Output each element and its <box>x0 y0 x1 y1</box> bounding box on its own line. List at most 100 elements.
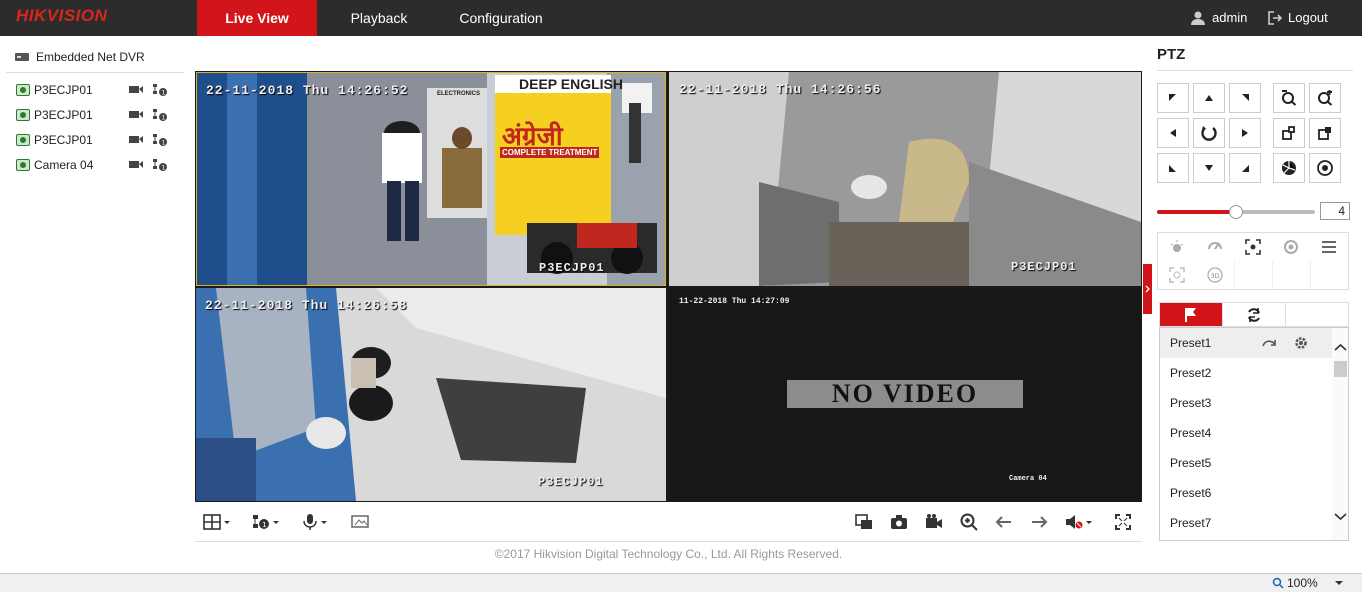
tab-playback[interactable]: Playback <box>330 0 428 36</box>
chevron-down-icon[interactable] <box>1332 510 1349 524</box>
3d-positioning-button[interactable]: 3D <box>1196 261 1234 289</box>
logout-button[interactable]: Logout <box>1268 0 1328 36</box>
ptz-up-right-button[interactable] <box>1229 83 1261 113</box>
lens-init-button[interactable] <box>1272 233 1310 261</box>
ptz-left-button[interactable] <box>1157 118 1189 148</box>
stream-settings-icon[interactable]: 1 <box>152 158 168 172</box>
digital-zoom-button[interactable] <box>960 512 978 532</box>
audio-talk-button[interactable] <box>302 512 330 532</box>
video-camera-label: Camera 04 <box>1009 475 1047 483</box>
zoom-control[interactable]: 100% <box>1272 576 1345 590</box>
3d-positioning-icon: 3D <box>1207 267 1223 283</box>
manual-tracking-button[interactable] <box>1158 261 1196 289</box>
camera-item[interactable]: P3ECJP01 1 <box>16 131 176 149</box>
caret-down-icon <box>224 521 230 524</box>
close-all-button[interactable] <box>855 512 873 532</box>
svg-text:1: 1 <box>162 90 166 97</box>
ptz-down-button[interactable] <box>1193 153 1225 183</box>
capture-button[interactable] <box>890 512 908 532</box>
ptz-up-left-button[interactable] <box>1157 83 1189 113</box>
next-page-button[interactable] <box>1030 512 1048 532</box>
video-camera-label: P3ECJP01 <box>538 475 604 489</box>
stream-settings-icon[interactable]: 1 <box>152 108 168 122</box>
list-item[interactable]: Preset2 <box>1160 358 1332 388</box>
video-tile-3[interactable]: 22-11-2018 Thu 14:26:58 P3ECJP01 <box>196 288 666 501</box>
ptz-panel: PTZ 4 3D Preset1 Preset2 Preset3 Preset4… <box>1152 36 1362 572</box>
sign-text: DEEP ENGLISH <box>519 76 623 92</box>
record-button[interactable] <box>925 512 943 532</box>
ptz-right-button[interactable] <box>1229 118 1261 148</box>
iris-open-button[interactable] <box>1273 153 1305 183</box>
grid-layout-icon <box>203 514 221 530</box>
iris-close-button[interactable] <box>1309 153 1341 183</box>
collapse-panel-handle[interactable] <box>1143 264 1152 314</box>
lens-init-icon <box>1284 240 1298 254</box>
record-icon[interactable] <box>128 133 144 145</box>
video-tile-4[interactable]: 11-22-2018 Thu 14:27:09 NO VIDEO Camera … <box>669 288 1141 501</box>
slider-fill <box>1157 210 1236 214</box>
slider-thumb[interactable] <box>1229 205 1243 219</box>
tab-pattern[interactable] <box>1286 303 1348 326</box>
ptz-down-right-button[interactable] <box>1229 153 1261 183</box>
ptz-down-left-button[interactable] <box>1157 153 1189 183</box>
wiper-icon <box>1208 242 1222 250</box>
focus-far-button[interactable] <box>1309 118 1341 148</box>
audio-button[interactable] <box>1065 512 1095 532</box>
preset-label: Preset3 <box>1170 396 1212 410</box>
menu-button[interactable] <box>1310 233 1348 261</box>
tab-patrol[interactable] <box>1223 303 1286 326</box>
stream-settings-icon[interactable]: 1 <box>152 83 168 97</box>
hikvision-logo: HIKVISION <box>16 6 108 25</box>
zoom-in-button[interactable] <box>1309 83 1341 113</box>
zoom-icon <box>1272 577 1284 589</box>
tab-configuration[interactable]: Configuration <box>445 0 557 36</box>
svg-text:1: 1 <box>162 115 166 122</box>
list-item[interactable]: Preset6 <box>1160 478 1332 508</box>
video-camera-label: P3ECJP01 <box>539 261 605 275</box>
ptz-speed-slider[interactable] <box>1157 205 1315 219</box>
list-item[interactable]: Preset1 <box>1160 328 1332 358</box>
video-tile-1[interactable]: DEEP ENGLISH अंग्रेजी COMPLETE TREATMENT… <box>196 72 666 286</box>
list-item[interactable]: Preset7 <box>1160 508 1332 538</box>
previous-page-button[interactable] <box>995 512 1013 532</box>
list-item[interactable]: Preset4 <box>1160 418 1332 448</box>
dvr-label: Embedded Net DVR <box>36 50 145 64</box>
user-menu[interactable]: admin <box>1190 0 1247 36</box>
tab-preset[interactable] <box>1160 303 1223 326</box>
wiper-button[interactable] <box>1196 233 1234 261</box>
divider <box>1272 261 1273 289</box>
record-icon[interactable] <box>128 158 144 170</box>
one-touch-focus-button[interactable] <box>1234 233 1272 261</box>
tab-live-view[interactable]: Live View <box>197 0 317 36</box>
camera-item[interactable]: P3ECJP01 1 <box>16 106 176 124</box>
light-button[interactable] <box>1158 233 1196 261</box>
focus-near-button[interactable] <box>1273 118 1305 148</box>
gear-icon[interactable] <box>1294 336 1308 350</box>
call-preset-icon[interactable] <box>1262 337 1278 349</box>
arrow-left-icon <box>995 516 1011 528</box>
preset-label: Preset2 <box>1170 366 1212 380</box>
stream-type-button[interactable]: 1 <box>252 512 282 532</box>
arrow-right-icon <box>1242 129 1248 137</box>
video-camera-label: P3ECJP01 <box>1011 260 1077 274</box>
window-layout-button[interactable] <box>203 512 233 532</box>
stream-settings-icon[interactable]: 1 <box>152 133 168 147</box>
image-settings-button[interactable] <box>351 512 369 532</box>
svg-text:1: 1 <box>162 140 166 147</box>
preset-scrollbar[interactable] <box>1332 328 1349 540</box>
camera-item[interactable]: Camera 04 1 <box>16 156 176 174</box>
list-item[interactable]: Preset5 <box>1160 448 1332 478</box>
camera-item[interactable]: P3ECJP01 1 <box>16 81 176 99</box>
record-icon[interactable] <box>128 108 144 120</box>
record-icon[interactable] <box>128 83 144 95</box>
scrollbar-thumb[interactable] <box>1334 361 1347 377</box>
ptz-auto-button[interactable] <box>1193 118 1225 148</box>
list-item[interactable]: Preset3 <box>1160 388 1332 418</box>
video-tile-2[interactable]: 22-11-2018 Thu 14:26:56 P3ECJP01 <box>669 72 1141 286</box>
zoom-out-button[interactable] <box>1273 83 1305 113</box>
dvr-node[interactable]: Embedded Net DVR <box>14 50 145 64</box>
fullscreen-button[interactable] <box>1115 512 1131 532</box>
chevron-up-icon[interactable] <box>1332 340 1349 354</box>
ptz-up-button[interactable] <box>1193 83 1225 113</box>
camera-feed-image <box>197 73 665 285</box>
